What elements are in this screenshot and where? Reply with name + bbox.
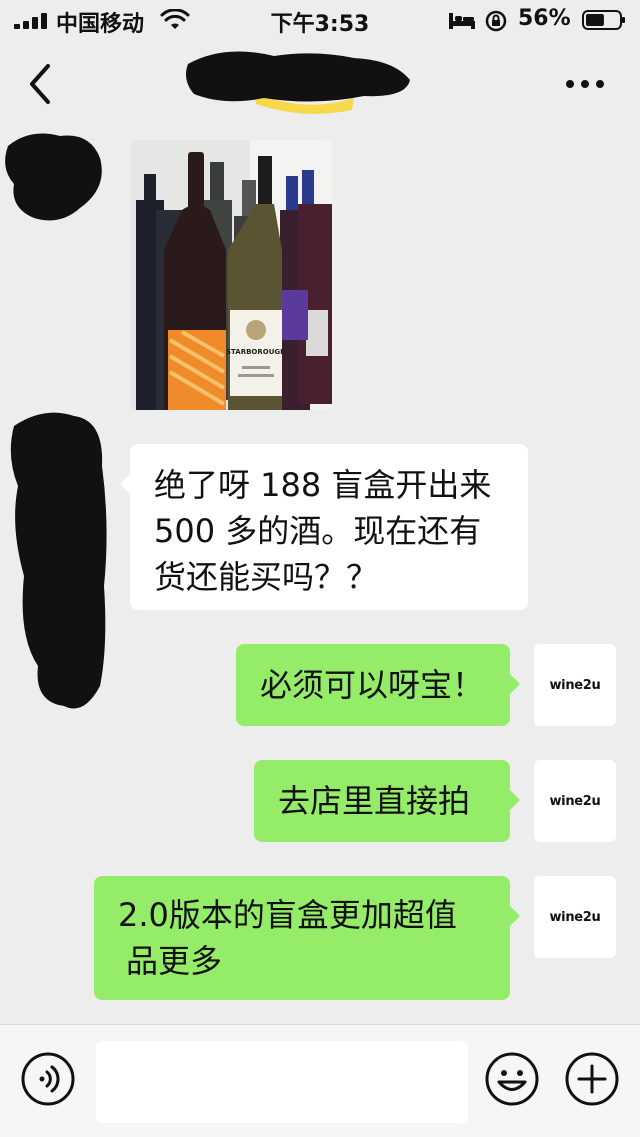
message-text-line: 绝了呀 188 盲盒开出来 bbox=[154, 466, 492, 504]
emoji-icon[interactable] bbox=[484, 1051, 540, 1107]
voice-icon[interactable] bbox=[20, 1051, 76, 1107]
more-dots-icon[interactable] bbox=[560, 72, 610, 96]
avatar-logo-text: wine2u bbox=[549, 909, 601, 925]
message-input[interactable] bbox=[96, 1041, 468, 1123]
wine-bottles-photo[interactable]: STARBOROUGH bbox=[130, 140, 332, 410]
message-text-line: 2.0版本的盲盒更加超值 bbox=[118, 896, 457, 934]
message-bubble-outgoing[interactable]: 2.0版本的盲盒更加超值 品更多 bbox=[94, 876, 520, 1000]
redacted-avatar bbox=[5, 133, 102, 221]
avatar[interactable]: wine2u bbox=[534, 760, 616, 842]
message-bubble-outgoing[interactable]: 去店里直接拍 bbox=[254, 760, 520, 842]
message-text-line: 品更多 bbox=[126, 942, 223, 980]
chat-messages: STARBOROUGH 绝了呀 188 盲盒开出来 500 多的酒。现在还有 货… bbox=[0, 128, 640, 1024]
message-text: 必须可以呀宝！ bbox=[260, 666, 485, 704]
signal-icon bbox=[14, 13, 48, 29]
message-bubble-incoming[interactable]: 绝了呀 188 盲盒开出来 500 多的酒。现在还有 货还能买吗？？ bbox=[120, 444, 528, 610]
nav-bar bbox=[0, 40, 640, 128]
wifi-icon bbox=[160, 9, 190, 29]
input-bar bbox=[0, 1024, 640, 1137]
chevron-left-icon[interactable] bbox=[26, 62, 56, 106]
message-bubble-outgoing[interactable]: 必须可以呀宝！ bbox=[236, 644, 520, 726]
avatar-logo-text: wine2u bbox=[549, 677, 601, 693]
avatar[interactable]: wine2u bbox=[534, 644, 616, 726]
message-text: 去店里直接拍 bbox=[278, 782, 471, 820]
battery-icon bbox=[582, 10, 625, 30]
bottle-label-text: STARBOROUGH bbox=[226, 348, 286, 356]
battery-percent: 56% bbox=[518, 6, 571, 31]
plus-icon[interactable] bbox=[564, 1051, 620, 1107]
photo-image: STARBOROUGH bbox=[130, 140, 332, 410]
redacted-avatar bbox=[10, 412, 107, 709]
message-text-line: 500 多的酒。现在还有 bbox=[154, 512, 482, 550]
message-text-line: 货还能买吗？？ bbox=[154, 558, 379, 596]
status-bar: 中国移动 下午3:53 56% bbox=[0, 0, 640, 40]
bed-icon bbox=[449, 13, 475, 29]
avatar-logo-text: wine2u bbox=[549, 793, 601, 809]
redacted-chat-title bbox=[186, 51, 410, 114]
avatar[interactable]: wine2u bbox=[534, 876, 616, 958]
carrier-name: 中国移动 bbox=[56, 12, 145, 37]
orientation-lock-icon bbox=[485, 10, 507, 32]
